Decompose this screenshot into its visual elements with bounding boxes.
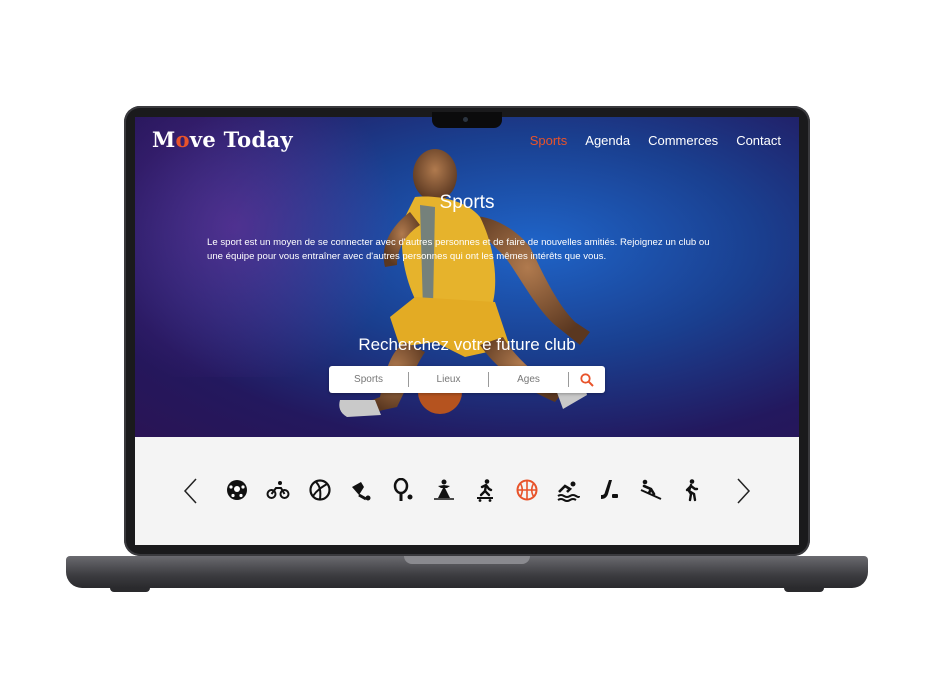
hero-description: Le sport est un moyen de se connecter av… xyxy=(207,237,710,262)
location-filter[interactable]: Lieux xyxy=(409,372,489,387)
swimming-icon[interactable] xyxy=(554,476,582,504)
dance-icon[interactable] xyxy=(430,476,458,504)
nav-contact[interactable]: Contact xyxy=(736,133,781,148)
carousel-next-arrow[interactable] xyxy=(733,477,753,505)
hiking-icon[interactable] xyxy=(678,476,706,504)
sports-carousel xyxy=(135,437,799,545)
basketball-icon[interactable] xyxy=(513,476,541,504)
nav-agenda[interactable]: Agenda xyxy=(585,133,630,148)
camera-notch xyxy=(432,112,502,128)
logo[interactable]: Move Today xyxy=(152,127,293,152)
main-nav: Sports Agenda Commerces Contact xyxy=(530,133,781,148)
ages-filter[interactable]: Ages xyxy=(489,372,569,387)
camera-icon xyxy=(463,117,468,122)
football-icon[interactable] xyxy=(223,476,251,504)
search-icon xyxy=(580,372,594,387)
logo-o-flame: o xyxy=(175,127,190,152)
sports-icons xyxy=(223,476,706,504)
volleyball-icon[interactable] xyxy=(306,476,334,504)
laptop-foot xyxy=(110,588,150,592)
nav-commerces[interactable]: Commerces xyxy=(648,133,718,148)
laptop-base-notch xyxy=(404,556,530,564)
page-title: Sports xyxy=(439,192,495,213)
nav-sports[interactable]: Sports xyxy=(530,133,568,148)
screen: Move Today Sports Agenda Commerces Conta… xyxy=(135,117,799,545)
carousel-prev-arrow[interactable] xyxy=(181,477,201,505)
cycling-icon[interactable] xyxy=(264,476,292,504)
search-button[interactable] xyxy=(569,372,605,387)
tennis-icon[interactable] xyxy=(389,476,417,504)
badminton-icon[interactable] xyxy=(347,476,375,504)
hockey-icon[interactable] xyxy=(596,476,624,504)
skiing-icon[interactable] xyxy=(637,476,665,504)
sports-filter[interactable]: Sports xyxy=(329,372,409,387)
laptop-foot xyxy=(784,588,824,592)
search-title: Recherchez votre future club xyxy=(358,335,576,354)
skateboarding-icon[interactable] xyxy=(471,476,499,504)
search-bar: Sports Lieux Ages xyxy=(329,366,605,393)
hero-section: Move Today Sports Agenda Commerces Conta… xyxy=(135,117,799,437)
